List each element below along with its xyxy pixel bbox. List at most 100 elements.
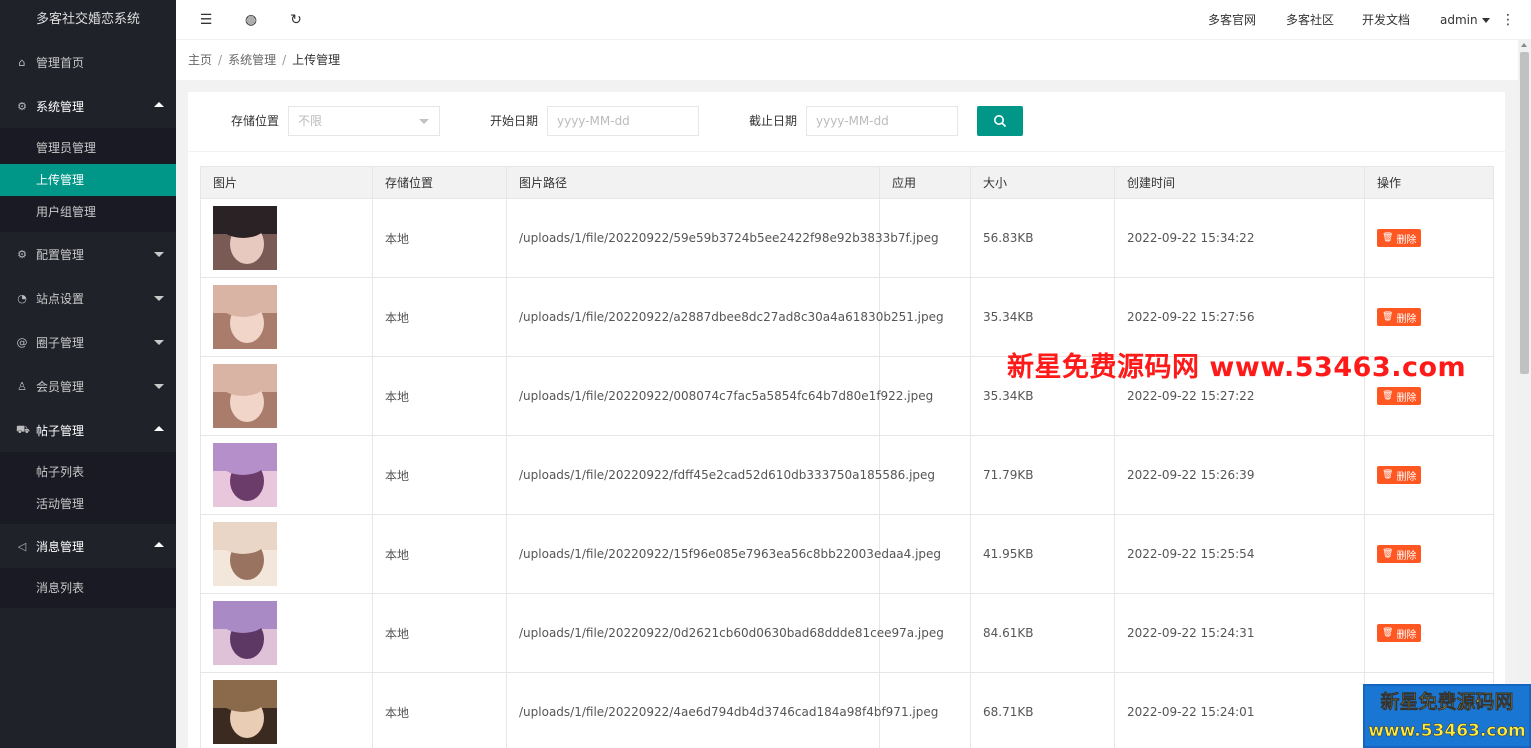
thumbnail-image[interactable] <box>213 680 277 744</box>
cell-actions: 🗑删除 <box>1364 514 1494 594</box>
cell-path: /uploads/1/file/20220922/15f96e085e7963e… <box>506 514 941 594</box>
sidebar-item-upload[interactable]: 上传管理 <box>0 164 176 196</box>
chevron-up-icon <box>154 102 164 107</box>
col-actions: 操作 <box>1364 166 1494 199</box>
cell-image <box>200 435 373 515</box>
refresh-icon[interactable]: ↻ <box>284 0 308 40</box>
nav-config[interactable]: ⚙ 配置管理 <box>0 232 176 276</box>
nav-post-submenu: 帖子列表 活动管理 <box>0 452 176 524</box>
cell-path: /uploads/1/file/20220922/4ae6d794db4d374… <box>506 672 938 748</box>
search-icon <box>994 115 1007 128</box>
at-icon: @ <box>16 335 28 349</box>
breadcrumb-home[interactable]: 主页 <box>188 53 212 67</box>
cell-image <box>200 277 373 357</box>
delete-button[interactable]: 🗑删除 <box>1377 545 1422 563</box>
cell-actions: 🗑删除 <box>1364 435 1494 515</box>
nav-message[interactable]: ◁ 消息管理 <box>0 524 176 568</box>
user-menu[interactable]: admin <box>1440 0 1490 40</box>
cell-actions: 🗑删除 <box>1364 593 1494 673</box>
table-row: 本地/uploads/1/file/20220922/0d2621cb60d06… <box>200 593 1494 673</box>
search-button[interactable] <box>977 106 1023 136</box>
username: admin <box>1440 13 1478 27</box>
table-body: 本地/uploads/1/file/20220922/59e59b3724b5e… <box>200 198 1494 748</box>
link-community[interactable]: 多客社区 <box>1286 0 1334 40</box>
filter-bar: 存储位置 不限 开始日期 yyyy-MM-dd 截止日期 yyyy-MM-dd <box>188 92 1505 152</box>
gear-icon: ⚙ <box>17 99 27 113</box>
cell-created: 2022-09-22 15:26:39 <box>1114 435 1365 515</box>
cell-storage: 本地 <box>372 198 507 278</box>
cell-created: 2022-09-22 15:25:54 <box>1114 514 1365 594</box>
link-dev-docs[interactable]: 开发文档 <box>1362 0 1410 40</box>
cell-size: 41.95KB <box>970 514 1115 594</box>
cell-created: 2022-09-22 15:34:22 <box>1114 198 1365 278</box>
more-vertical-icon[interactable]: ⋮ <box>1496 0 1520 40</box>
chevron-up-icon <box>154 542 164 547</box>
sidebar-item-post-list[interactable]: 帖子列表 <box>0 456 176 488</box>
delete-label: 删除 <box>1396 550 1417 562</box>
nav-site-label: 站点设置 <box>36 291 85 306</box>
menu-fold-icon[interactable]: ☰ <box>194 0 218 40</box>
end-date-input[interactable]: yyyy-MM-dd <box>806 106 958 136</box>
nav-system-submenu: 管理员管理 上传管理 用户组管理 <box>0 128 176 232</box>
home-icon: ⌂ <box>18 55 26 69</box>
sidebar: 多客社交婚恋系统 ⌂ 管理首页 ⚙ 系统管理 管理员管理 上传管理 用户组管理 … <box>0 0 176 748</box>
nav-post-label: 帖子管理 <box>36 423 85 438</box>
sidebar-item-message-list[interactable]: 消息列表 <box>0 572 176 604</box>
gear-icon: ⚙ <box>17 247 27 261</box>
breadcrumb-system[interactable]: 系统管理 <box>228 53 276 67</box>
delete-button[interactable]: 🗑删除 <box>1377 387 1422 405</box>
chevron-down-icon <box>154 340 164 345</box>
thumbnail-image[interactable] <box>213 601 277 665</box>
delete-button[interactable]: 🗑删除 <box>1377 229 1422 247</box>
nav-site[interactable]: ◔ 站点设置 <box>0 276 176 320</box>
delete-label: 删除 <box>1396 234 1417 246</box>
scroll-up-arrow-icon[interactable] <box>1521 43 1527 47</box>
sidebar-item-usergroup[interactable]: 用户组管理 <box>0 196 176 228</box>
dashboard-icon: ◔ <box>17 291 27 305</box>
breadcrumb-sep: / <box>218 53 223 67</box>
cell-storage: 本地 <box>372 435 507 515</box>
sidebar-item-admin[interactable]: 管理员管理 <box>0 132 176 164</box>
nav-circle[interactable]: @ 圈子管理 <box>0 320 176 364</box>
cell-image <box>200 593 373 673</box>
delete-button[interactable]: 🗑删除 <box>1377 624 1422 642</box>
chevron-down-icon <box>419 119 429 124</box>
cell-storage: 本地 <box>372 672 507 748</box>
thumbnail-image[interactable] <box>213 364 277 428</box>
delete-button[interactable]: 🗑删除 <box>1377 308 1422 326</box>
storage-select-value: 不限 <box>298 114 323 128</box>
sidebar-item-activity[interactable]: 活动管理 <box>0 488 176 520</box>
trash-icon: 🗑 <box>1382 391 1394 401</box>
thumbnail-image[interactable] <box>213 522 277 586</box>
nav-post[interactable]: ⛟ 帖子管理 <box>0 408 176 452</box>
table-row: 本地/uploads/1/file/20220922/15f96e085e796… <box>200 514 1494 594</box>
link-official-site[interactable]: 多客官网 <box>1208 0 1256 40</box>
content-card: 存储位置 不限 开始日期 yyyy-MM-dd 截止日期 yyyy-MM-dd … <box>188 92 1505 748</box>
nav-home[interactable]: ⌂ 管理首页 <box>0 40 176 84</box>
nav-member[interactable]: ♙ 会员管理 <box>0 364 176 408</box>
scroll-thumb[interactable] <box>1520 52 1529 374</box>
watermark-badge: 新星免费源码网 www.53463.com <box>1363 684 1531 748</box>
cell-created: 2022-09-22 15:24:01 <box>1114 672 1365 748</box>
breadcrumb-sep: / <box>282 53 287 67</box>
start-date-input[interactable]: yyyy-MM-dd <box>547 106 699 136</box>
thumbnail-image[interactable] <box>213 443 277 507</box>
nav-config-label: 配置管理 <box>36 247 85 262</box>
globe-icon[interactable]: ◍ <box>239 0 263 40</box>
storage-select[interactable]: 不限 <box>288 106 440 136</box>
cell-storage: 本地 <box>372 593 507 673</box>
delete-label: 删除 <box>1396 471 1417 483</box>
top-header: ☰ ◍ ↻ 多客官网 多客社区 开发文档 admin ⋮ <box>176 0 1531 40</box>
cell-path: /uploads/1/file/20220922/59e59b3724b5ee2… <box>506 198 939 278</box>
delete-label: 删除 <box>1396 392 1417 404</box>
nav-system[interactable]: ⚙ 系统管理 <box>0 84 176 128</box>
cell-size: 84.61KB <box>970 593 1115 673</box>
thumbnail-image[interactable] <box>213 206 277 270</box>
cell-storage: 本地 <box>372 277 507 357</box>
cell-path: /uploads/1/file/20220922/008074c7fac5a58… <box>506 356 933 436</box>
page-scrollbar[interactable] <box>1518 40 1531 748</box>
speaker-icon: ◁ <box>17 539 27 553</box>
col-size: 大小 <box>970 166 1115 199</box>
thumbnail-image[interactable] <box>213 285 277 349</box>
delete-button[interactable]: 🗑删除 <box>1377 466 1422 484</box>
